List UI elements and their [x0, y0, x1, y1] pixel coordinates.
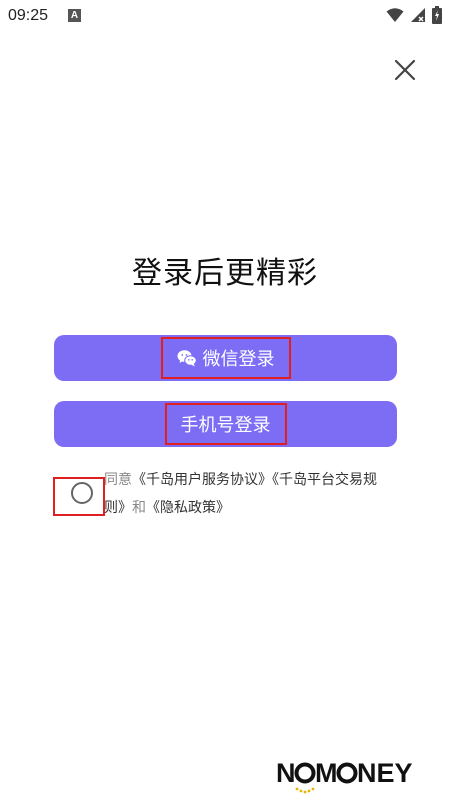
close-button[interactable]	[392, 57, 418, 83]
agreement-checkbox[interactable]	[71, 482, 93, 504]
svg-text:N: N	[276, 758, 296, 788]
wifi-icon	[386, 8, 404, 22]
privacy-policy-link[interactable]: 《隐私政策》	[146, 500, 230, 516]
phone-login-button[interactable]: 手机号登录	[54, 401, 397, 447]
phone-login-content: 手机号登录	[164, 403, 287, 445]
svg-text:M: M	[315, 758, 338, 788]
phone-login-label: 手机号登录	[180, 415, 271, 436]
nomoney-logo: N M NEY	[276, 758, 413, 794]
watermark-logo: N M NEY	[276, 756, 426, 796]
status-icons	[386, 6, 442, 24]
wechat-icon	[177, 350, 197, 367]
status-bar: 09:25 A	[0, 0, 450, 34]
svg-text:NEY: NEY	[357, 758, 413, 788]
wechat-login-label: 微信登录	[202, 349, 275, 370]
notification-badge-icon: A	[68, 9, 81, 22]
service-agreement-link[interactable]: 《千岛用户服务协议》	[132, 472, 272, 488]
battery-icon	[432, 6, 442, 24]
wechat-login-button[interactable]: 微信登录	[54, 335, 397, 381]
wechat-login-content: 微信登录	[160, 337, 291, 379]
agreement-and: 和	[132, 500, 146, 516]
close-icon	[394, 59, 416, 81]
status-time: 09:25	[8, 7, 49, 24]
page-title: 登录后更精彩	[132, 256, 318, 291]
agreement-prefix: 同意	[104, 472, 132, 488]
cell-signal-icon	[411, 8, 425, 22]
agreement-text: 同意《千岛用户服务协议》《千岛平台交易规则》和《隐私政策》	[104, 466, 394, 522]
